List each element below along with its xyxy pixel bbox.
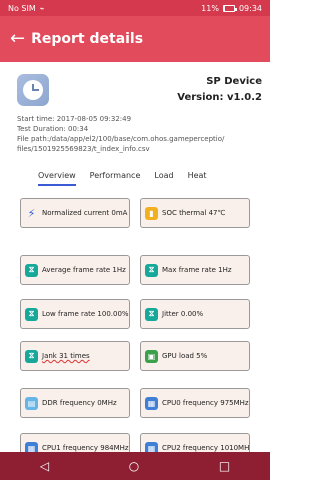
file-path-line2: files/1501925569823/t_index_info.csv bbox=[17, 145, 150, 153]
clock-app-icon bbox=[17, 74, 49, 106]
metric-card-jank[interactable]: ⧖ Jank 31 times bbox=[20, 341, 130, 371]
metric-label: Normalized current 0mA bbox=[42, 209, 128, 217]
metric-label: CPU2 frequency 1010MHz bbox=[162, 444, 250, 452]
hourglass-icon: ⧖ bbox=[25, 349, 38, 363]
file-path-line1: File path:/data/app/el2/100/base/com.oho… bbox=[17, 135, 225, 143]
metric-label: SOC thermal 47℃ bbox=[162, 209, 226, 217]
test-duration: Test Duration: 00:34 bbox=[17, 125, 89, 133]
system-nav-bar: ◁ ○ □ bbox=[0, 452, 270, 480]
battery-icon bbox=[222, 4, 237, 12]
metric-label: DDR frequency 0MHz bbox=[42, 399, 117, 407]
tab-performance[interactable]: Performance bbox=[90, 171, 141, 184]
metric-card-normalized-current[interactable]: ⚡ Normalized current 0mA bbox=[20, 198, 130, 228]
metric-card-gpu-load[interactable]: ▣ GPU load 5% bbox=[140, 341, 250, 371]
metric-label: GPU load 5% bbox=[162, 352, 208, 360]
thermometer-icon: ▮ bbox=[145, 206, 158, 220]
metric-card-ddr-frequency[interactable]: ▤ DDR frequency 0MHz bbox=[20, 388, 130, 418]
nav-home-icon[interactable]: ○ bbox=[129, 459, 139, 473]
nav-recent-icon[interactable]: □ bbox=[219, 459, 230, 473]
metric-label: Low frame rate 100.00% bbox=[42, 310, 129, 318]
hourglass-icon: ⧖ bbox=[145, 307, 158, 321]
metric-label: Max frame rate 1Hz bbox=[162, 266, 232, 274]
metric-label: Average frame rate 1Hz bbox=[42, 266, 126, 274]
metric-label: Jitter 0.00% bbox=[162, 310, 204, 318]
lightning-icon: ⚡ bbox=[27, 206, 36, 220]
hourglass-icon: ⧖ bbox=[25, 263, 38, 277]
carrier-label: No SIM bbox=[8, 3, 36, 13]
metric-card-low-frame-rate[interactable]: ⧖ Low frame rate 100.00% bbox=[20, 299, 130, 329]
battery-level-fill bbox=[223, 5, 226, 11]
metric-label: CPU1 frequency 984MHz bbox=[42, 444, 129, 452]
page-title: Report details bbox=[31, 31, 144, 47]
tab-load[interactable]: Load bbox=[154, 171, 173, 184]
metric-card-max-frame-rate[interactable]: ⧖ Max frame rate 1Hz bbox=[140, 255, 250, 285]
metric-card-cpu0-frequency[interactable]: ▦ CPU0 frequency 975MHz bbox=[140, 388, 250, 418]
metric-card-soc-thermal[interactable]: ▮ SOC thermal 47℃ bbox=[140, 198, 250, 228]
report-header: SP Device Version: v1.0.2 Start time: 20… bbox=[0, 68, 270, 160]
device-info: SP Device Version: v1.0.2 bbox=[177, 74, 262, 106]
signal-icon: ⌁ bbox=[39, 3, 45, 13]
hourglass-icon: ⧖ bbox=[145, 263, 158, 277]
tab-heat[interactable]: Heat bbox=[188, 171, 207, 184]
app-bar: ← Report details bbox=[0, 16, 270, 62]
gpu-icon: ▣ bbox=[145, 349, 158, 363]
battery-percent: 11% bbox=[201, 3, 219, 13]
report-meta: Start time: 2017-08-05 09:32:49 Test Dur… bbox=[17, 115, 224, 155]
ddr-icon: ▤ bbox=[25, 396, 38, 410]
clock: 09:34 bbox=[238, 3, 262, 13]
status-bar: No SIM ⌁ 11% 09:34 bbox=[0, 0, 270, 16]
tab-overview[interactable]: Overview bbox=[38, 171, 76, 186]
back-arrow-icon[interactable]: ← bbox=[10, 30, 25, 48]
metric-label: CPU0 frequency 975MHz bbox=[162, 399, 249, 407]
nav-back-icon[interactable]: ◁ bbox=[40, 459, 49, 473]
report-tabs: Overview Performance Load Heat bbox=[38, 171, 207, 186]
device-version: Version: v1.0.2 bbox=[177, 92, 262, 103]
metric-label: Jank 31 times bbox=[42, 352, 90, 360]
metric-card-average-frame-rate[interactable]: ⧖ Average frame rate 1Hz bbox=[20, 255, 130, 285]
device-name: SP Device bbox=[206, 76, 262, 87]
metric-card-jitter[interactable]: ⧖ Jitter 0.00% bbox=[140, 299, 250, 329]
cpu-icon: ▦ bbox=[145, 396, 158, 410]
start-time: Start time: 2017-08-05 09:32:49 bbox=[17, 115, 132, 123]
hourglass-icon: ⧖ bbox=[25, 307, 38, 321]
